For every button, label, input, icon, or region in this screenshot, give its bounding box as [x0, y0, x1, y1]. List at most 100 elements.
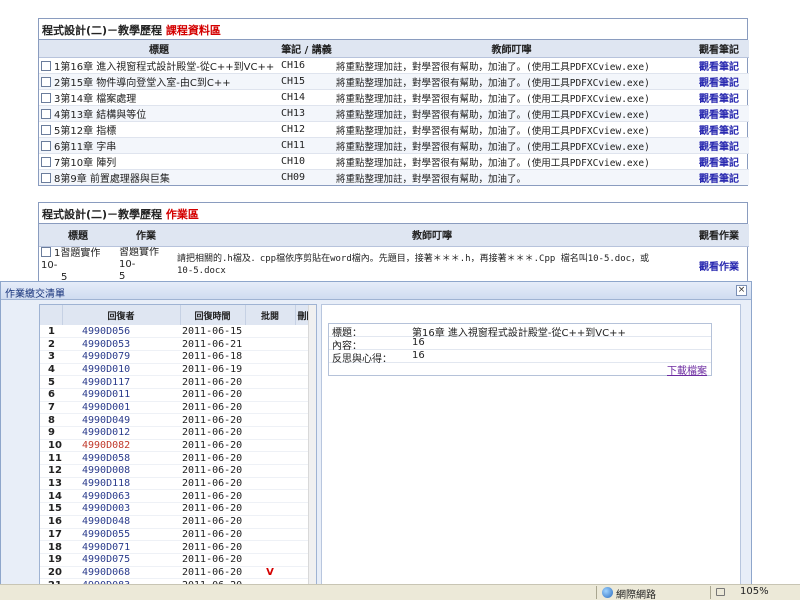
row-number: 8: [40, 413, 62, 427]
col-header-view: 觀看筆記: [689, 40, 749, 58]
replier-id[interactable]: 4990D075: [62, 553, 180, 567]
list-item[interactable]: 5 4990D117 2011-06-20: [40, 375, 316, 389]
row-checkbox[interactable]: [41, 141, 51, 151]
row-number: 7: [40, 401, 62, 415]
material-note: 將重點整理加註，對學習很有幫助，加油了。(使用工具PDFXCview.exe): [334, 57, 689, 74]
material-code: CH11: [279, 137, 334, 154]
row-checkbox[interactable]: [41, 77, 51, 87]
list-item[interactable]: 14 4990D063 2011-06-20: [40, 489, 316, 504]
submission-list-dialog: 作業繳交清單 × 回復者 回復時間 批閱 刪除 1 4990D056 2011-06…: [0, 281, 752, 586]
material-note: 將重點整理加註，對學習很有幫助，加油了。(使用工具PDFXCview.exe): [334, 105, 689, 122]
reply-date: 2011-06-20: [180, 439, 245, 453]
list-item[interactable]: 20 4990D068 2011-06-20 V: [40, 566, 316, 580]
replier-id[interactable]: 4990D012: [62, 426, 180, 440]
row-checkbox[interactable]: [41, 109, 51, 119]
replier-id[interactable]: 4990D003: [62, 502, 180, 516]
replier-id[interactable]: 4990D048: [62, 515, 180, 529]
material-title-cell: 8第9章 前置處理器與巨集: [39, 169, 279, 185]
hw-note-line1: 請把相關的.h檔及．cpp檔依序剪貼在word檔內。先題目，接著＊＊＊.h，再接…: [177, 254, 650, 264]
replier-id[interactable]: 4990D082: [62, 439, 180, 453]
replier-id[interactable]: 4990D118: [62, 477, 180, 491]
replier-id[interactable]: 4990D079: [62, 350, 180, 364]
view-notes-link[interactable]: 觀看筆記: [699, 158, 739, 169]
reply-date: 2011-06-20: [180, 528, 245, 542]
row-checkbox[interactable]: [41, 246, 51, 257]
reply-date: 2011-06-20: [180, 426, 245, 440]
reply-date: 2011-06-20: [180, 566, 245, 580]
replier-id[interactable]: 4990D055: [62, 528, 180, 542]
view-notes-link[interactable]: 觀看筆記: [699, 94, 739, 105]
replier-id[interactable]: 4990D058: [62, 451, 180, 466]
list-item[interactable]: 8 4990D049 2011-06-20: [40, 413, 316, 427]
view-notes-link[interactable]: 觀看筆記: [699, 142, 739, 153]
view-notes-link[interactable]: 觀看筆記: [699, 62, 739, 73]
replier-id[interactable]: 4990D056: [62, 325, 180, 339]
row-number: 10: [40, 439, 62, 453]
list-item[interactable]: 3 4990D079 2011-06-18: [40, 350, 316, 364]
row-checkbox[interactable]: [41, 173, 51, 183]
view-notes-link[interactable]: 觀看筆記: [699, 78, 739, 89]
view-notes-link[interactable]: 觀看筆記: [699, 110, 739, 121]
view-notes-link[interactable]: 觀看筆記: [699, 126, 739, 137]
view-notes-link[interactable]: 觀看筆記: [699, 174, 739, 185]
zoom-level[interactable]: 105%: [740, 586, 769, 597]
list-item[interactable]: 16 4990D048 2011-06-20: [40, 515, 316, 529]
replier-id[interactable]: 4990D010: [62, 363, 180, 377]
list-item[interactable]: 7 4990D001 2011-06-20: [40, 401, 316, 415]
review-mark: [245, 325, 295, 339]
list-item[interactable]: 18 4990D071 2011-06-20: [40, 540, 316, 554]
row-number: 3: [40, 350, 62, 364]
list-item[interactable]: 1 4990D056 2011-06-15: [40, 325, 316, 339]
table-row: 5第12章 指標 CH12 將重點整理加註，對學習很有幫助，加油了。(使用工具PDF…: [39, 121, 749, 138]
replier-id[interactable]: 4990D063: [62, 489, 180, 504]
submission-scrollbar[interactable]: [308, 305, 316, 585]
material-code: CH14: [279, 89, 334, 106]
review-mark: [245, 451, 295, 466]
list-item[interactable]: 9 4990D012 2011-06-20: [40, 426, 316, 440]
table-row: 4第13章 結構與等位 CH13 將重點整理加註，對學習很有幫助，加油了。(使用工具…: [39, 105, 749, 122]
list-item[interactable]: 2 4990D053 2011-06-21: [40, 337, 316, 351]
list-item[interactable]: 12 4990D008 2011-06-20: [40, 464, 316, 478]
row-checkbox[interactable]: [41, 125, 51, 135]
material-note: 將重點整理加註，對學習很有幫助，加油了。(使用工具PDFXCview.exe): [334, 137, 689, 154]
row-checkbox[interactable]: [41, 93, 51, 103]
view-homework-link[interactable]: 觀看作業: [699, 262, 739, 273]
homework-title: 程式設計(二)－教學歷程 作業區: [39, 203, 747, 224]
list-item[interactable]: 13 4990D118 2011-06-20: [40, 477, 316, 491]
detail-reflection-value: 16: [412, 350, 425, 361]
row-number: 1: [40, 325, 62, 339]
list-item[interactable]: 4 4990D010 2011-06-19: [40, 363, 316, 377]
row-number: 19: [40, 553, 62, 567]
col-header-title: 標題: [39, 224, 117, 247]
panel-title-text: 程式設計(二)－教學歷程: [42, 208, 163, 221]
material-title-cell: 6第11章 字串: [39, 137, 279, 154]
col-header-notes: 筆記 / 講義: [279, 40, 334, 58]
review-mark: [245, 502, 295, 516]
list-item[interactable]: 11 4990D058 2011-06-20: [40, 451, 316, 466]
list-item[interactable]: 19 4990D075 2011-06-20: [40, 553, 316, 567]
row-checkbox[interactable]: [41, 61, 51, 71]
close-icon[interactable]: ×: [736, 285, 747, 296]
reply-date: 2011-06-19: [180, 363, 245, 377]
replier-id[interactable]: 4990D008: [62, 464, 180, 478]
list-item[interactable]: 6 4990D011 2011-06-20: [40, 388, 316, 402]
review-mark: [245, 477, 295, 491]
material-title-cell: 1第16章 進入視窗程式設計殿堂-從C++到VC++: [39, 57, 279, 74]
course-materials-panel: 程式設計(二)－教學歷程 課程資料區 標題 筆記 / 講義 教師叮嚀 觀看筆記 …: [38, 18, 749, 186]
row-checkbox[interactable]: [41, 157, 51, 167]
replier-id[interactable]: 4990D071: [62, 540, 180, 554]
row-number: 12: [40, 464, 62, 478]
row-number: 4: [40, 363, 62, 377]
panel-title-text: 程式設計(二)－教學歷程: [42, 24, 163, 37]
replier-id[interactable]: 4990D001: [62, 401, 180, 415]
replier-id[interactable]: 4990D068: [62, 566, 180, 580]
replier-id[interactable]: 4990D053: [62, 337, 180, 351]
list-item[interactable]: 17 4990D055 2011-06-20: [40, 528, 316, 542]
download-file-link[interactable]: 下載檔案: [667, 362, 707, 377]
list-item[interactable]: 10 4990D082 2011-06-20: [40, 439, 316, 453]
replier-id[interactable]: 4990D049: [62, 413, 180, 427]
replier-id[interactable]: 4990D117: [62, 375, 180, 389]
review-mark: [245, 464, 295, 478]
replier-id[interactable]: 4990D011: [62, 388, 180, 402]
list-item[interactable]: 15 4990D003 2011-06-20: [40, 502, 316, 516]
